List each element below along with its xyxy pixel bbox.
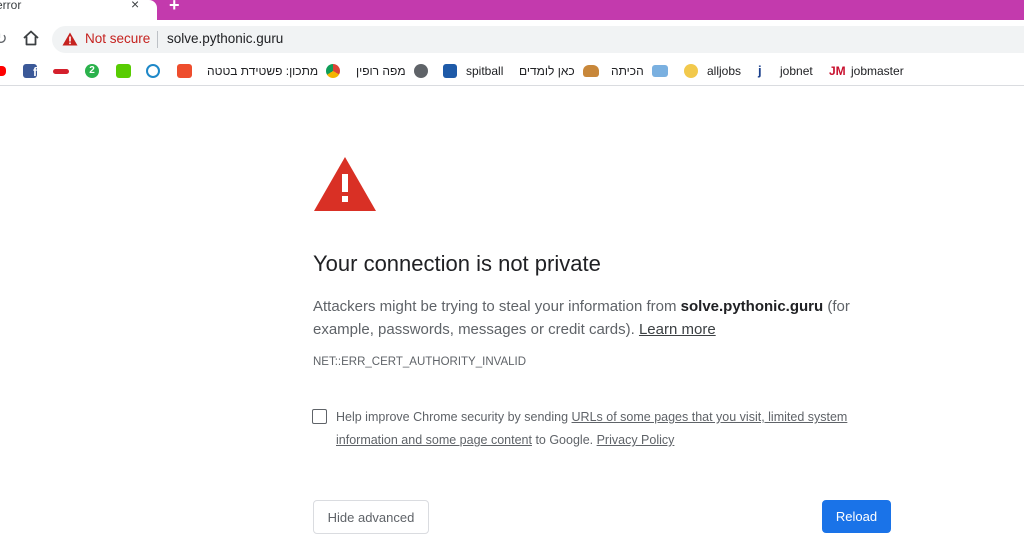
bookmark-ynet[interactable] (53, 62, 74, 80)
classroom-icon (651, 65, 668, 77)
reload-icon[interactable]: ↻ (0, 29, 7, 49)
bookmark-classroom[interactable]: הכיתה (611, 62, 668, 80)
new-tab-button[interactable]: + (169, 0, 180, 16)
browser-tab[interactable]: error × (0, 0, 157, 20)
explanation-before: Attackers might be trying to steal your … (313, 298, 681, 315)
burger-icon (582, 65, 599, 77)
warning-icon[interactable] (62, 32, 78, 46)
bookmark-jobnet[interactable]: j jobnet (758, 62, 813, 80)
bookmark-jobmaster[interactable]: JM jobmaster (829, 62, 904, 80)
alljobs-icon (684, 64, 698, 78)
privacy-policy-link[interactable]: Privacy Policy (597, 433, 675, 447)
security-optin-checkbox[interactable] (312, 409, 327, 424)
reload-button[interactable]: Reload (822, 500, 891, 533)
browser-toolbar: ↻ Not secure solve.pythonic.guru (0, 20, 1024, 57)
edge-icon (146, 64, 160, 78)
bookmark-map[interactable]: מפה רופין (356, 62, 428, 80)
bookmark-recipe[interactable]: מתכון: פשטידת בטטה (207, 62, 341, 80)
tab-strip: error × + (0, 0, 1024, 20)
explanation-text: Attackers might be trying to steal your … (313, 295, 873, 341)
bookmark-label: מפה רופין (356, 64, 406, 78)
spitball-icon (443, 64, 457, 78)
bookmark-label: מתכון: פשטידת בטטה (207, 64, 319, 78)
bookmark-kan[interactable]: כאן לומדים (519, 62, 599, 80)
bookmark-channel-2[interactable]: 2 (85, 62, 104, 80)
jobnet-icon: j (758, 64, 772, 78)
chrome-web-icon (326, 64, 341, 78)
bookmark-label: כאן לומדים (519, 64, 575, 78)
channel-2-icon: 2 (85, 64, 99, 78)
optin-text-before: Help improve Chrome security by sending (336, 410, 572, 424)
not-secure-label[interactable]: Not secure (85, 31, 150, 46)
ynet-icon (53, 68, 69, 74)
youtube-icon (0, 66, 6, 76)
security-optin-text: Help improve Chrome security by sending … (336, 406, 866, 452)
bookmark-label: spitball (466, 64, 504, 78)
error-code: NET::ERR_CERT_AUTHORITY_INVALID (313, 356, 527, 368)
bookmark-alljobs[interactable]: alljobs (684, 62, 741, 80)
url-text[interactable]: solve.pythonic.guru (167, 31, 283, 46)
omnibox-divider (157, 31, 158, 48)
bookmark-label: jobnet (780, 64, 813, 78)
bookmark-spitball[interactable]: spitball (443, 62, 503, 80)
danger-triangle-icon (314, 157, 376, 211)
bookmarks-bar: f 2 מתכון: פשטידת בטטה מפה רופין spitbal… (0, 57, 1024, 86)
site-domain: solve.pythonic.guru (680, 298, 824, 315)
bookmark-edge[interactable] (146, 62, 165, 80)
bookmark-shopping[interactable] (177, 62, 197, 80)
bookmark-facebook[interactable]: f (23, 62, 42, 80)
bookmark-label: jobmaster (851, 64, 904, 78)
globe-icon (413, 64, 428, 78)
optin-text-middle: to Google. (531, 433, 597, 447)
page-heading: Your connection is not private (313, 251, 601, 276)
bookmark-youtube[interactable] (0, 62, 11, 80)
jobmaster-icon: JM (829, 64, 846, 78)
duolingo-icon (116, 64, 131, 78)
learn-more-link[interactable]: Learn more (639, 321, 716, 338)
hide-advanced-button[interactable]: Hide advanced (313, 500, 429, 534)
shopping-bag-icon (177, 64, 192, 78)
bookmark-label: alljobs (707, 64, 742, 78)
close-tab-icon[interactable]: × (131, 0, 139, 12)
facebook-icon: f (23, 64, 37, 79)
home-icon[interactable] (22, 29, 40, 47)
bookmark-label: הכיתה (611, 64, 644, 78)
tab-title: error (0, 0, 22, 12)
address-bar[interactable]: Not secure solve.pythonic.guru (52, 26, 1024, 53)
bookmark-duolingo[interactable] (116, 62, 136, 80)
